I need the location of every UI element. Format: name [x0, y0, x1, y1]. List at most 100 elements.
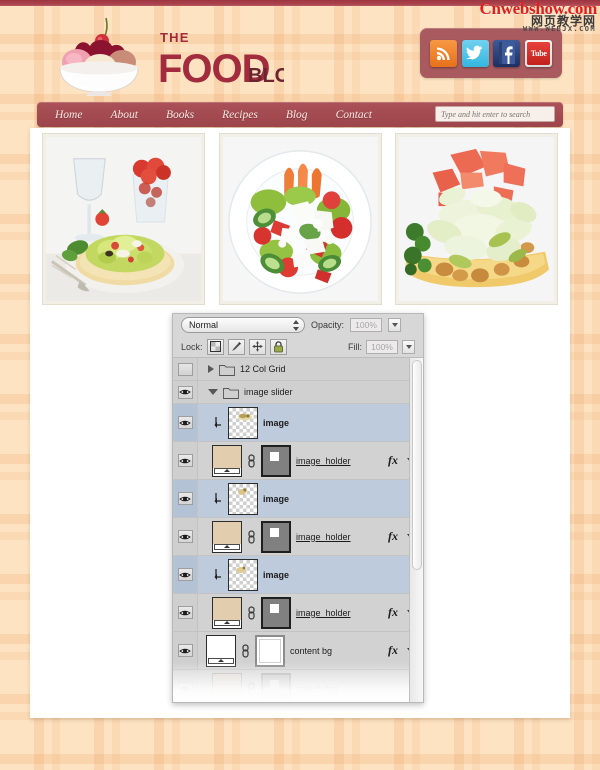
- layer-thumbnail[interactable]: [206, 634, 236, 667]
- layer-mask-thumbnail[interactable]: [261, 444, 291, 477]
- layer-row[interactable]: image: [173, 556, 423, 594]
- layer-mask-thumbnail[interactable]: [255, 634, 285, 667]
- layer-visibility-toggle[interactable]: [173, 670, 198, 702]
- layer-visibility-toggle[interactable]: [173, 480, 198, 517]
- opacity-dropdown-icon[interactable]: [388, 318, 402, 332]
- layer-visibility-toggle[interactable]: [173, 442, 198, 479]
- layer-effects-icon[interactable]: fx: [388, 529, 402, 544]
- layer-row[interactable]: image slider: [173, 381, 423, 404]
- eye-icon-off: [177, 362, 193, 376]
- blend-mode-value: Normal: [189, 320, 219, 330]
- youtube-icon[interactable]: Tube: [525, 39, 553, 67]
- eye-icon-on: [177, 644, 193, 657]
- eye-icon-on: [177, 530, 193, 543]
- layer-visibility-toggle[interactable]: [173, 404, 198, 441]
- layer-visibility-toggle[interactable]: [173, 358, 198, 380]
- nav-item-home[interactable]: Home: [55, 109, 82, 121]
- nav-item-recipes[interactable]: Recipes: [222, 109, 258, 121]
- lock-transparent-pixels-icon[interactable]: [206, 338, 224, 355]
- layer-visibility-toggle[interactable]: [173, 518, 198, 555]
- layer-name: image: [263, 417, 290, 428]
- slide-2-image: [222, 137, 378, 301]
- eye-icon-on: [177, 385, 193, 399]
- layer-thumbnail[interactable]: [228, 406, 258, 439]
- layer-row[interactable]: search bar: [173, 670, 423, 702]
- layer-effects-icon[interactable]: fx: [388, 453, 402, 468]
- fill-value[interactable]: 100%: [366, 339, 398, 354]
- lock-all-icon[interactable]: [269, 338, 287, 355]
- layer-visibility-toggle[interactable]: [173, 381, 198, 403]
- layer-mask-thumbnail[interactable]: [261, 520, 291, 553]
- fill-label: Fill:: [348, 341, 362, 352]
- layer-name: image_holder: [296, 607, 351, 618]
- layer-visibility-toggle[interactable]: [173, 556, 198, 593]
- clipping-mask-icon: [214, 416, 223, 429]
- layer-thumbnail[interactable]: [212, 596, 242, 629]
- layer-visibility-toggle[interactable]: [173, 632, 198, 669]
- link-icon[interactable]: [247, 529, 256, 544]
- layer-effects-icon[interactable]: fx: [388, 605, 402, 620]
- opacity-label: Opacity:: [311, 320, 345, 330]
- facebook-icon[interactable]: [493, 39, 521, 67]
- layer-effects-icon[interactable]: fx: [388, 643, 402, 658]
- layer-row[interactable]: image: [173, 480, 423, 518]
- site-header: THE FOOD BLOG: [30, 8, 570, 100]
- nav-item-contact[interactable]: Contact: [336, 109, 372, 121]
- link-icon[interactable]: [247, 453, 256, 468]
- layer-thumbnail[interactable]: [228, 482, 258, 515]
- slide-1[interactable]: [42, 133, 205, 305]
- search-input[interactable]: [435, 106, 555, 122]
- slide-3[interactable]: [395, 133, 558, 305]
- slide-1-image: [46, 137, 201, 301]
- clipping-mask-icon: [214, 492, 223, 505]
- scrollbar-thumb[interactable]: [412, 360, 422, 570]
- layer-visibility-toggle[interactable]: [173, 594, 198, 631]
- opacity-value[interactable]: 100%: [350, 318, 383, 332]
- layer-row[interactable]: image_holder fx: [173, 518, 423, 556]
- lock-image-pixels-icon[interactable]: [227, 338, 245, 355]
- link-icon[interactable]: [247, 681, 256, 696]
- layer-thumbnail[interactable]: [212, 672, 242, 702]
- chevron-down-icon[interactable]: [208, 389, 218, 395]
- layer-name: 12 Col Grid: [240, 364, 286, 374]
- eye-icon-on: [177, 416, 193, 429]
- chevron-right-icon[interactable]: [208, 365, 214, 373]
- site-logo[interactable]: THE FOOD BLOG: [34, 10, 284, 96]
- social-links: Tube: [420, 28, 562, 78]
- nav-item-blog[interactable]: Blog: [286, 109, 308, 121]
- link-icon[interactable]: [247, 605, 256, 620]
- layer-row[interactable]: 12 Col Grid: [173, 358, 423, 381]
- eye-icon-on: [177, 492, 193, 505]
- layer-thumbnail[interactable]: [212, 444, 242, 477]
- layer-name: search bar: [296, 683, 339, 694]
- layer-name: image: [263, 569, 290, 580]
- layer-thumbnail[interactable]: [212, 520, 242, 553]
- link-icon[interactable]: [241, 643, 250, 658]
- fill-dropdown-icon[interactable]: [402, 339, 415, 354]
- layer-row[interactable]: image_holder fx: [173, 594, 423, 632]
- layer-row[interactable]: image: [173, 404, 423, 442]
- layer-thumbnail[interactable]: [228, 558, 258, 591]
- svg-text:THE: THE: [160, 30, 190, 45]
- youtube-icon-label: Tube: [527, 41, 551, 65]
- image-slider: [42, 133, 558, 305]
- rss-icon[interactable]: [429, 39, 457, 67]
- blend-mode-select[interactable]: Normal: [181, 317, 305, 333]
- folder-icon: [223, 386, 239, 399]
- layer-name: image slider: [244, 387, 293, 397]
- blend-mode-stepper-icon[interactable]: [293, 320, 300, 331]
- twitter-icon[interactable]: [461, 39, 489, 67]
- layer-list[interactable]: 12 Col Grid image slider image image_hol…: [173, 358, 423, 702]
- layer-mask-thumbnail[interactable]: [261, 672, 291, 702]
- nav-item-books[interactable]: Books: [166, 109, 194, 121]
- main-navigation: Home About Books Recipes Blog Contact: [37, 102, 563, 127]
- layer-row[interactable]: image_holder fx: [173, 442, 423, 480]
- folder-icon: [219, 363, 235, 376]
- layer-mask-thumbnail[interactable]: [261, 596, 291, 629]
- photoshop-layers-panel: Normal Opacity: 100% Lock: Fill: 100% 12…: [172, 313, 424, 703]
- layer-row[interactable]: content bg fx: [173, 632, 423, 670]
- layer-list-scrollbar[interactable]: [409, 358, 423, 702]
- nav-item-about[interactable]: About: [110, 109, 137, 121]
- slide-2[interactable]: [218, 133, 382, 305]
- lock-position-icon[interactable]: [248, 338, 266, 355]
